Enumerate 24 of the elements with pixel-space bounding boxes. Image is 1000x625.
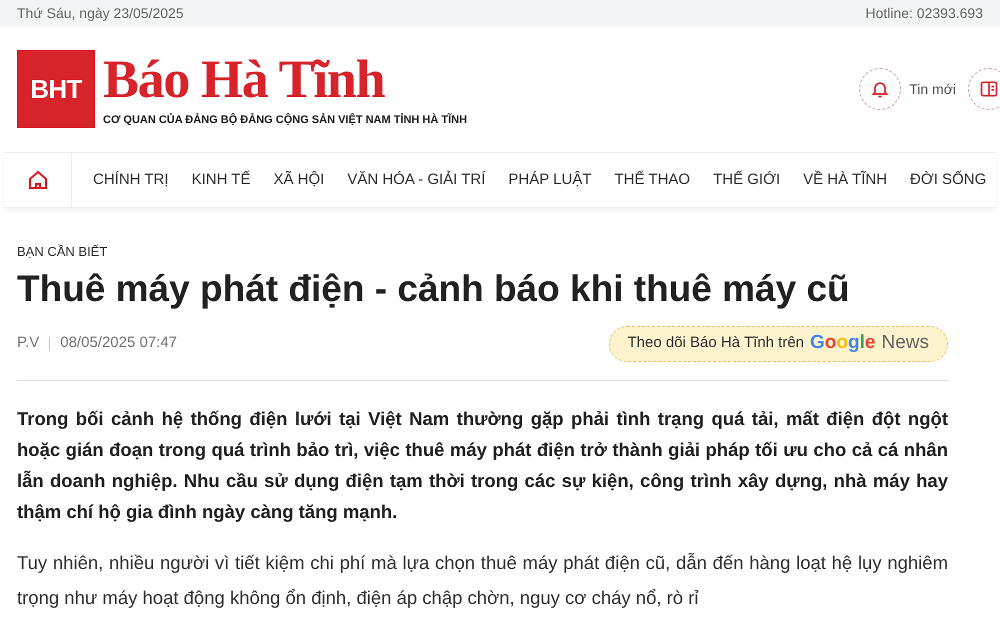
nav-link[interactable]: KINH TẾ bbox=[192, 168, 250, 192]
tagline: CƠ QUAN CỦA ĐẢNG BỘ ĐẢNG CỘNG SẢN VIỆT NAM TỈNH HÀ TĨNH bbox=[103, 112, 468, 128]
author-text: P.V bbox=[17, 333, 40, 354]
book-icon bbox=[979, 79, 999, 99]
nav-link[interactable]: VĂN HÓA - GIẢI TRÍ bbox=[347, 168, 486, 192]
date-text: 08/05/2025 07:47 bbox=[60, 333, 178, 354]
nav-link[interactable]: XÃ HỘI bbox=[273, 168, 324, 192]
nav-link[interactable]: THỂ THAO bbox=[614, 168, 690, 192]
news-button[interactable]: Tin mới bbox=[859, 68, 956, 110]
article-title: Thuê máy phát điện - cảnh báo khi thuê máy cũ bbox=[17, 266, 851, 311]
nav-link[interactable]: CHÍNH TRỊ bbox=[93, 168, 169, 192]
body-paragraph: Tuy nhiên, nhiều người vì tiết kiệm chi phí mà lựa chọn thuê máy phát điện cũ, dẫn đến hàng loạt hệ lụy nghiêm trọng như máy hoạt động không ổn định, điện áp chập chờn, nguy cơ cháy nổ, rò rỉ bbox=[17, 550, 948, 610]
nav-link[interactable]: ĐỜI SỐNG bbox=[910, 168, 986, 192]
category-label[interactable]: BẠN CẦN BIẾT bbox=[17, 242, 948, 262]
nav-link[interactable]: VỀ HÀ TĨNH bbox=[803, 168, 888, 192]
book-button[interactable] bbox=[968, 68, 1000, 110]
follow-link[interactable]: Theo dõi Báo Hà Tĩnh trên Google News bbox=[608, 326, 948, 362]
lead-paragraph: Trong bối cảnh hệ thống điện lưới tại Việt Nam thường gặp phải tình trạng quá tải, mất điện đột ngột hoặc gián đoạn trong quá trình bảo trì, việc thuê máy phát điện trở thành giải pháp tối ưu cho cả cá nhân lẫn doanh nghiệp. Nhu cầu sử dụng điện tạm thời trong các sự kiện, công trình xây dựng, nhà máy hay thậm chí hộ gia đình ngày càng tăng mạnh. bbox=[17, 406, 948, 524]
nav-link[interactable]: PHÁP LUẬT bbox=[508, 168, 592, 192]
hotline-text: Hotline: 02393.693 bbox=[865, 4, 983, 22]
logo-mark[interactable]: BHT bbox=[17, 50, 95, 128]
nav-link[interactable]: THẾ GIỚI bbox=[713, 168, 780, 192]
logo-title[interactable]: Báo Hà Tĩnh bbox=[103, 50, 468, 108]
date-text: Thứ Sáu, ngày 23/05/2025 bbox=[17, 4, 184, 23]
